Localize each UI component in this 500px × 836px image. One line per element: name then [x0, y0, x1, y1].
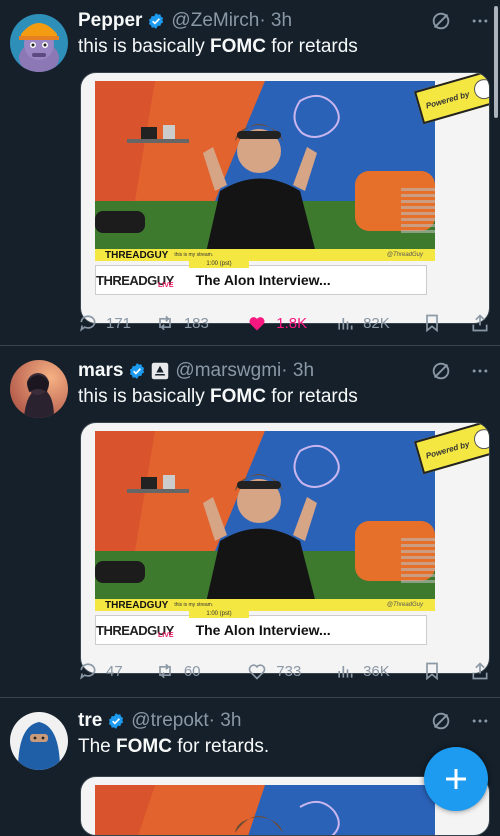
reply-count: 171	[106, 314, 132, 332]
reply-count: 47	[106, 662, 123, 680]
bookmark-button[interactable]	[422, 313, 442, 333]
tweet-text: The FOMC for retards.	[78, 736, 270, 757]
stream-scene	[95, 785, 435, 835]
mute-icon[interactable]	[430, 10, 452, 32]
handle[interactable]: @trepokt	[131, 710, 208, 732]
more-icon[interactable]	[470, 11, 490, 31]
compose-button[interactable]	[424, 747, 488, 811]
share-button[interactable]	[470, 661, 490, 681]
tweet-text: this is basically FOMC for retards	[78, 386, 358, 407]
stream-title-bar: 1:00 (pst) THREADGUY LIVE The Alon Inter…	[95, 260, 427, 295]
tweet-1[interactable]: Pepper @ZeMirch · 3h this is basically F…	[0, 0, 500, 345]
tweet-header: tre @trepokt · 3h	[78, 708, 490, 734]
stream-banner: THREADGUY this is my stream. @ThreadGuy	[95, 599, 435, 611]
like-count: 733	[276, 662, 302, 680]
more-icon[interactable]	[470, 711, 490, 731]
timestamp[interactable]: · 3h	[281, 360, 314, 382]
scrollbar[interactable]	[494, 6, 498, 118]
display-name[interactable]: mars	[78, 360, 123, 382]
repost-count: 60	[183, 662, 201, 680]
handle[interactable]: @marswgmi	[175, 360, 281, 382]
reply-icon	[80, 315, 96, 332]
live-label: LIVE	[158, 631, 174, 639]
tweet-media[interactable]: THREADGUY this is my stream. @ThreadGuy …	[80, 422, 490, 674]
ghost-logo-icon	[472, 76, 489, 102]
affiliate-badge-icon	[152, 362, 169, 380]
display-name[interactable]: Pepper	[78, 10, 142, 32]
timestamp[interactable]: · 3h	[209, 710, 242, 732]
reply-icon	[80, 663, 96, 680]
tweet-text: this is basically FOMC for retards	[78, 36, 358, 57]
repost-icon	[158, 663, 171, 679]
avatar[interactable]	[10, 712, 68, 770]
time-strip: 1:00 (pst)	[189, 610, 249, 618]
heart-icon	[249, 317, 265, 331]
views-icon	[338, 318, 353, 330]
views-icon	[338, 666, 353, 678]
tweet-media[interactable]: THREADGUY this is my stream. @ThreadGuy …	[80, 72, 490, 324]
avatar[interactable]	[10, 14, 68, 72]
like-count: 1.8K	[276, 314, 308, 332]
banner-signature: @ThreadGuy	[386, 252, 423, 258]
ghost-logo-icon	[472, 426, 489, 452]
compose-icon	[446, 769, 466, 789]
repost-count: 183	[183, 314, 209, 332]
view-count: 82K	[363, 314, 390, 332]
stream-banner: THREADGUY this is my stream. @ThreadGuy	[95, 249, 435, 261]
banner-subtext: this is my stream.	[174, 252, 214, 258]
mute-icon[interactable]	[430, 360, 452, 382]
tweet-header: Pepper @ZeMirch · 3h	[78, 8, 490, 34]
share-button[interactable]	[470, 313, 490, 333]
bookmark-icon	[426, 314, 438, 333]
banner-subtext: this is my stream.	[174, 602, 214, 608]
banner-brand: THREADGUY	[105, 249, 169, 261]
share-icon	[472, 314, 488, 332]
mute-icon[interactable]	[430, 710, 452, 732]
stream-scene	[95, 81, 435, 257]
repost-icon	[158, 315, 171, 331]
verified-badge-icon	[109, 713, 124, 729]
reply-button[interactable]: 47	[78, 661, 154, 681]
tweet-2[interactable]: mars @marswgmi · 3h this is basically FO…	[0, 346, 500, 696]
stream-chat	[399, 185, 435, 255]
powered-by-badge: Powered by	[413, 73, 489, 125]
heart-icon	[249, 664, 266, 680]
verified-badge-icon	[130, 363, 145, 379]
repost-button[interactable]: 183	[154, 313, 246, 333]
like-button[interactable]: 1.8K	[246, 313, 335, 333]
avatar[interactable]	[10, 360, 68, 418]
time-strip: 1:00 (pst)	[189, 260, 249, 268]
stream-title: The Alon Interview...	[195, 622, 331, 638]
more-icon[interactable]	[470, 361, 490, 381]
like-button[interactable]: 733	[246, 661, 335, 681]
tweet-actions: 171 183 1.8K 82K	[78, 310, 490, 336]
banner-signature: @ThreadGuy	[386, 602, 423, 608]
tweet-3[interactable]: tre @trepokt · 3h The FOMC for retards.	[0, 698, 500, 836]
stream-title-bar: 1:00 (pst) THREADGUY LIVE The Alon Inter…	[95, 610, 427, 645]
powered-by-badge: Powered by	[413, 423, 489, 475]
stream-title: The Alon Interview...	[195, 272, 331, 288]
banner-brand: THREADGUY	[105, 599, 169, 611]
views-button[interactable]: 82K	[335, 313, 422, 333]
reply-button[interactable]: 171	[78, 313, 154, 333]
stream-chat	[399, 535, 435, 605]
verified-badge-icon	[149, 13, 164, 29]
tweet-actions: 47 60 733 36K	[78, 658, 490, 684]
live-label: LIVE	[158, 281, 174, 289]
views-button[interactable]: 36K	[335, 661, 422, 681]
view-count: 36K	[363, 662, 390, 680]
stream-scene	[95, 431, 435, 607]
bookmark-icon	[426, 662, 438, 681]
handle[interactable]: @ZeMirch	[171, 10, 259, 32]
display-name[interactable]: tre	[78, 710, 102, 732]
timestamp[interactable]: · 3h	[259, 10, 292, 32]
share-icon	[472, 662, 488, 680]
tweet-header: mars @marswgmi · 3h	[78, 358, 490, 384]
repost-button[interactable]: 60	[154, 661, 246, 681]
bookmark-button[interactable]	[422, 661, 442, 681]
